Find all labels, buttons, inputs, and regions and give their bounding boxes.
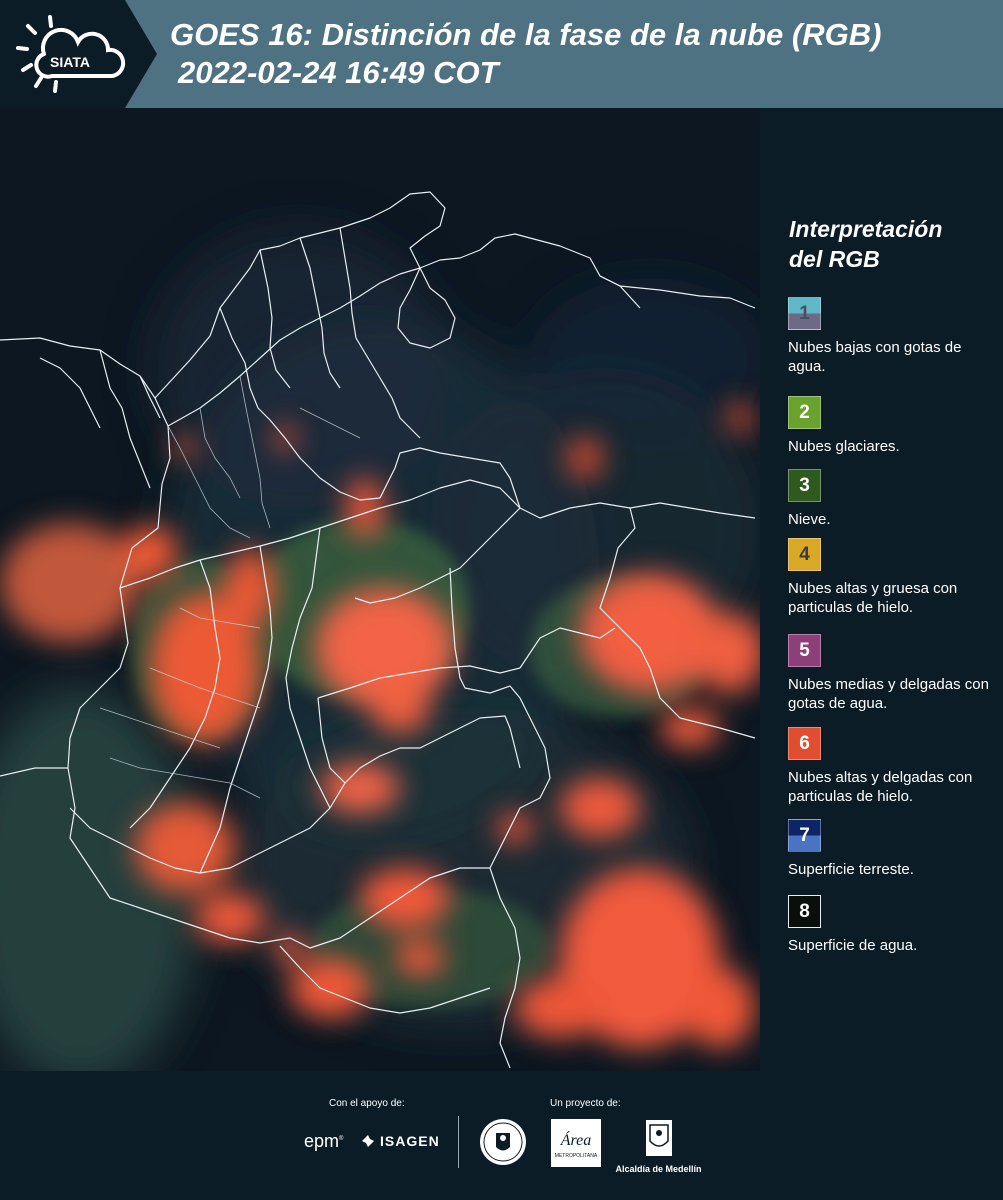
legend-swatch-5: 5 <box>788 634 821 667</box>
isagen-mark-icon <box>362 1135 374 1147</box>
legend-title: Interpretación del RGB <box>789 216 943 272</box>
footer-divider <box>458 1116 459 1168</box>
legend-swatch-3: 3 <box>788 469 821 502</box>
medellin-shield-icon <box>645 1120 672 1156</box>
title-line-1: GOES 16: Distinción de la fase de la nub… <box>170 17 882 52</box>
header-banner: SIATA GOES 16: Distinción de la fase de … <box>0 0 1003 108</box>
isagen-logo: ISAGEN <box>360 1133 440 1149</box>
legend-item-7: 7 Superficie terreste. <box>788 819 1000 879</box>
legend-label-6: Nubes altas y delgadas con particulas de… <box>788 769 973 805</box>
satellite-image <box>0 108 760 1071</box>
legend-item-1: 1 Nubes bajas con gotas de agua. <box>788 297 1000 376</box>
support-label: Con el apoyo de: <box>329 1098 405 1109</box>
legend-label-3: Nieve. <box>788 511 831 528</box>
legend-item-6: 6 Nubes altas y delgadas con particulas … <box>788 727 1000 806</box>
legend-swatch-8: 8 <box>788 895 821 928</box>
footer: Con el apoyo de: Un proyecto de: epm® IS… <box>0 1071 1003 1200</box>
legend-label-2: Nubes glaciares. <box>788 438 900 455</box>
legend-swatch-2: 2 <box>788 396 821 429</box>
legend-label-4: Nubes altas y gruesa con particulas de h… <box>788 580 958 616</box>
project-label: Un proyecto de: <box>550 1098 621 1109</box>
svg-text:Área: Área <box>560 1130 592 1149</box>
legend-label-7: Superficie terreste. <box>788 861 914 878</box>
legend-item-4: 4 Nubes altas y gruesa con particulas de… <box>788 538 1000 617</box>
alcaldia-medellin-logo: Alcaldía de Medellín <box>611 1119 706 1174</box>
government-seal-icon <box>480 1119 526 1165</box>
legend-item-3: 3 Nieve. <box>788 469 1000 529</box>
area-metropolitana-logo: Área METROPOLITANA <box>551 1119 601 1167</box>
title-line-2: 2022-02-24 16:49 COT <box>178 55 499 90</box>
legend-item-2: 2 Nubes glaciares. <box>788 396 1000 456</box>
satellite-rgb-map <box>0 108 760 1071</box>
legend-swatch-4: 4 <box>788 538 821 571</box>
svg-text:SIATA: SIATA <box>50 54 90 70</box>
legend-label-5: Nubes medias y delgadas con gotas de agu… <box>788 676 989 712</box>
legend-swatch-7: 7 <box>788 819 821 852</box>
legend-swatch-1: 1 <box>788 297 821 330</box>
legend-item-8: 8 Superficie de agua. <box>788 895 1000 955</box>
svg-text:METROPOLITANA: METROPOLITANA <box>555 1153 598 1159</box>
legend-swatch-6: 6 <box>788 727 821 760</box>
legend-item-5: 5 Nubes medias y delgadas con gotas de a… <box>788 634 1000 713</box>
legend-label-8: Superficie de agua. <box>788 937 918 954</box>
epm-logo: epm® <box>304 1131 344 1151</box>
legend-label-1: Nubes bajas con gotas de agua. <box>788 339 962 375</box>
page-title: GOES 16: Distinción de la fase de la nub… <box>170 16 881 92</box>
siata-logo-icon: SIATA <box>16 15 126 93</box>
legend-panel: Interpretación del RGB 1 Nubes bajas con… <box>760 108 1003 1071</box>
